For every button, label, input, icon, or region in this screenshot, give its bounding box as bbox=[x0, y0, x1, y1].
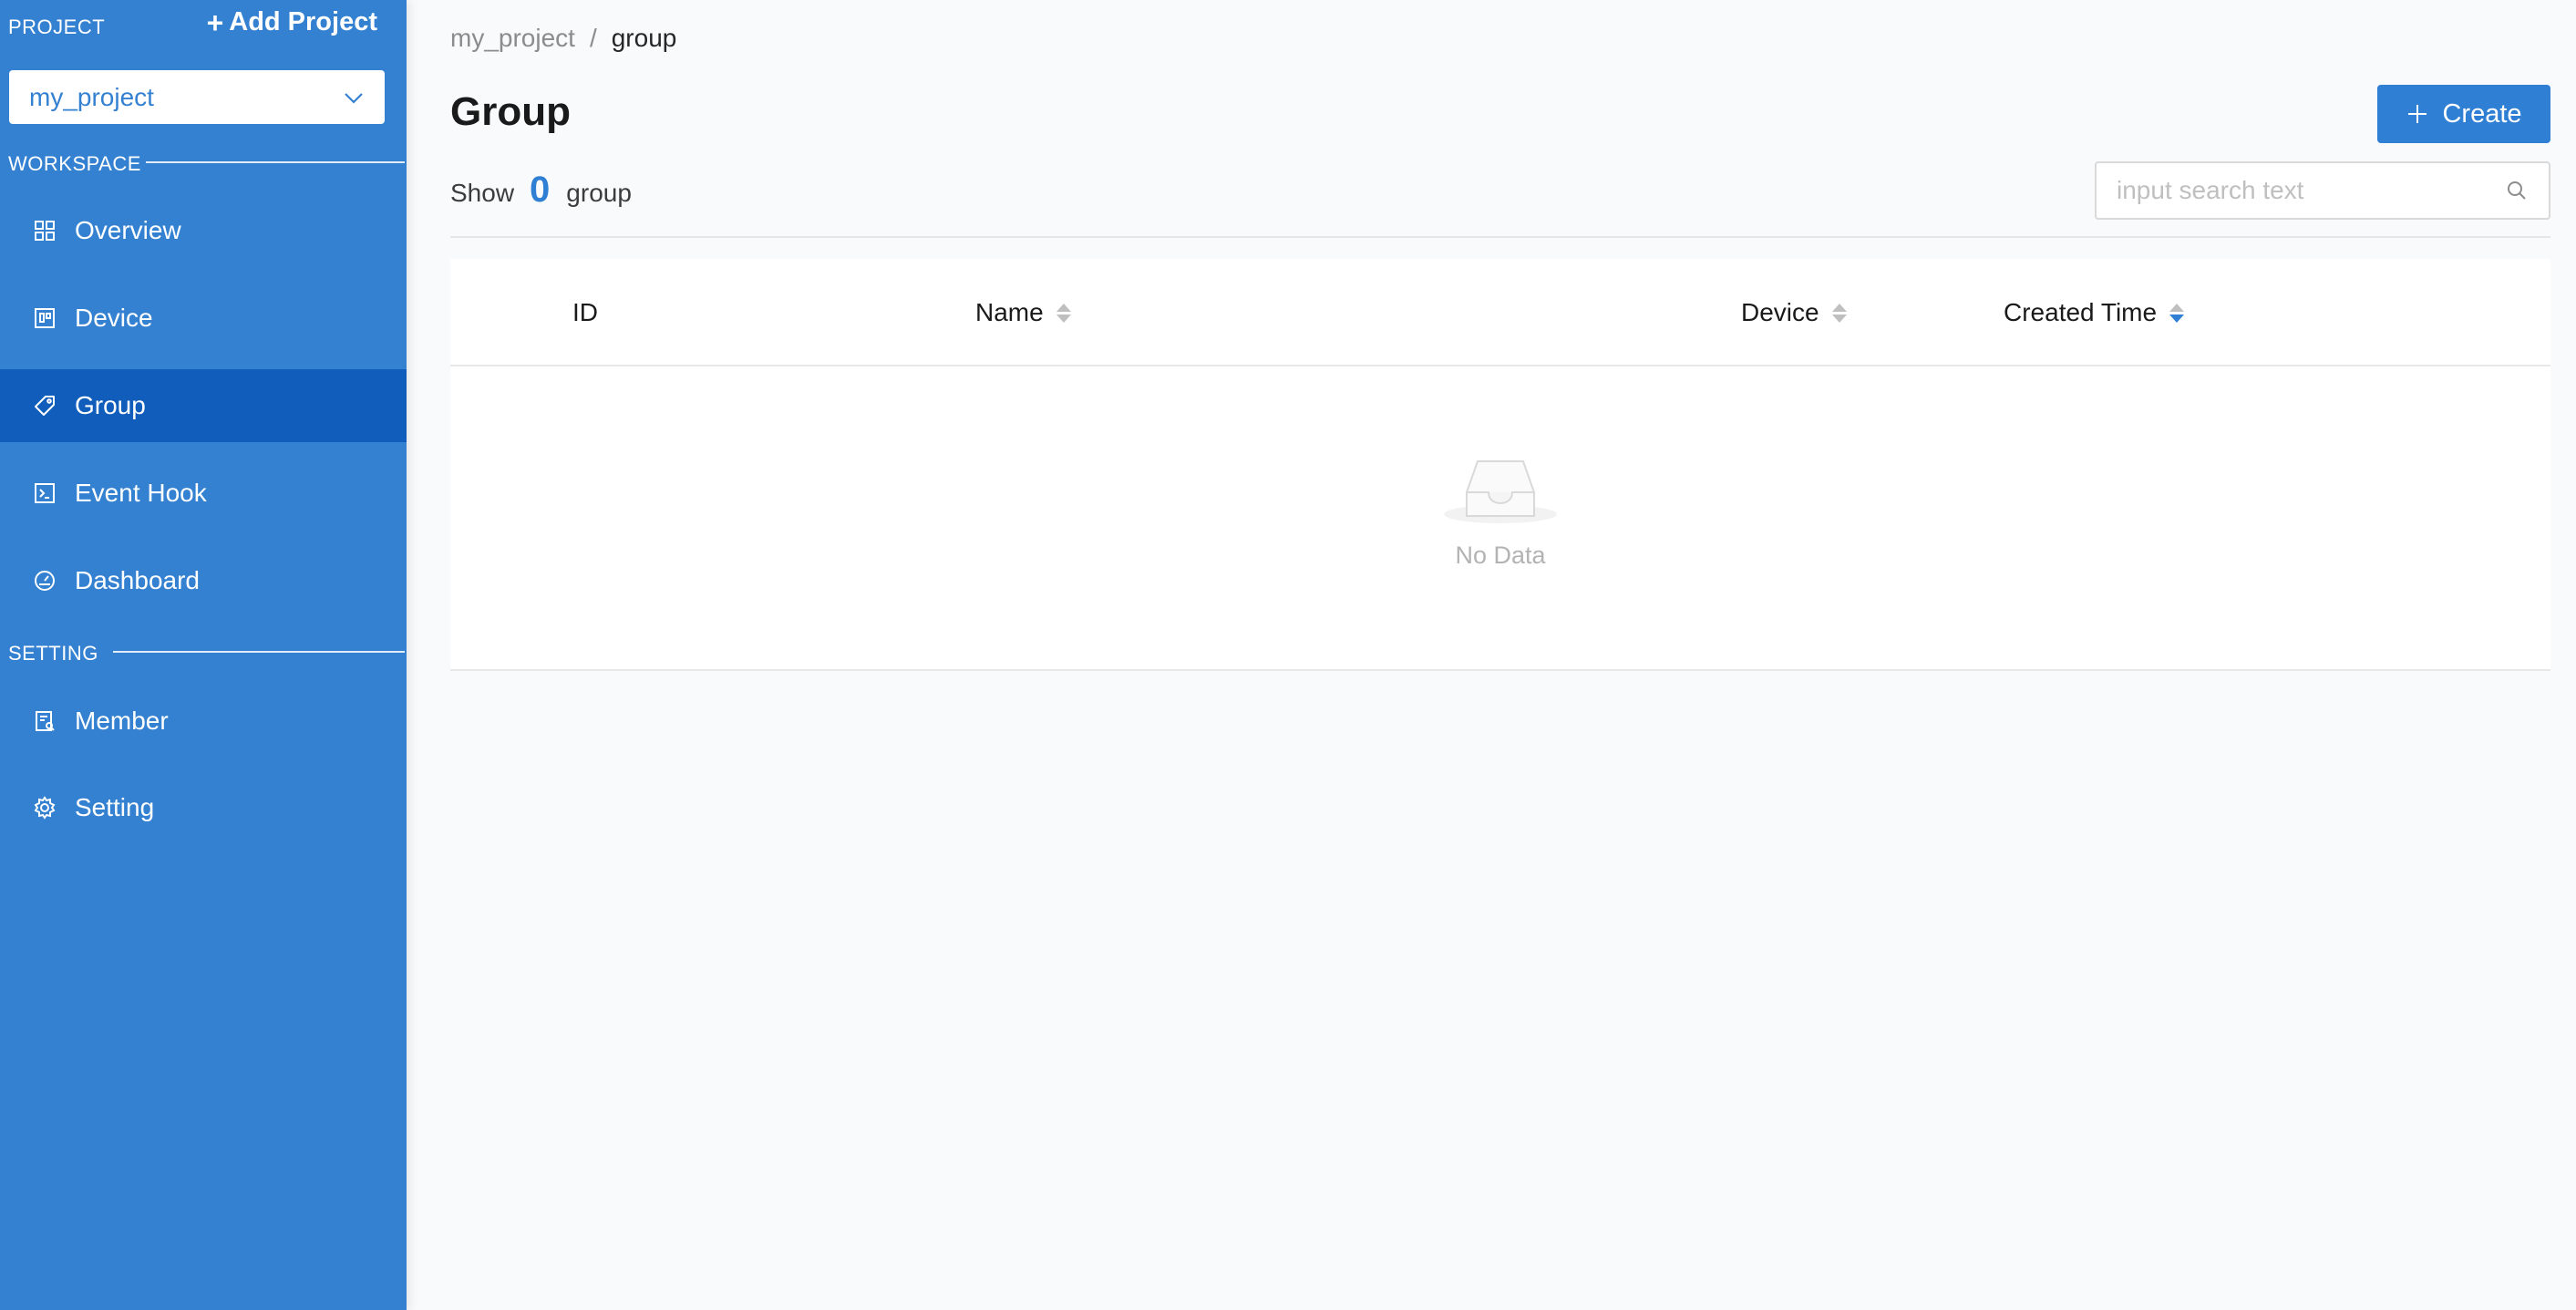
sidebar-item-event-hook[interactable]: Event Hook bbox=[0, 457, 407, 530]
sidebar-item-dashboard[interactable]: Dashboard bbox=[0, 544, 407, 617]
search-box bbox=[2095, 161, 2550, 220]
breadcrumb-separator: / bbox=[589, 24, 597, 52]
sidebar-item-label: Member bbox=[75, 707, 169, 735]
sort-icon[interactable] bbox=[1056, 303, 1071, 323]
column-header-device[interactable]: Device bbox=[1741, 259, 1847, 366]
count-suffix: group bbox=[566, 179, 632, 207]
sidebar-item-label: Event Hook bbox=[75, 479, 207, 507]
plus-icon: + bbox=[206, 5, 224, 39]
sidebar-item-group[interactable]: Group bbox=[0, 369, 407, 442]
terminal-icon bbox=[33, 481, 57, 505]
create-button[interactable]: Create bbox=[2377, 85, 2550, 143]
setting-divider bbox=[113, 651, 405, 653]
column-label: Name bbox=[975, 298, 1044, 326]
sidebar-item-label: Device bbox=[75, 304, 153, 332]
sidebar: PROJECT + Add Project my_project WORKSPA… bbox=[0, 0, 407, 1310]
gauge-icon bbox=[33, 569, 57, 593]
device-icon bbox=[33, 306, 57, 330]
member-icon bbox=[33, 709, 57, 733]
search-input[interactable] bbox=[2117, 176, 2505, 205]
plus-icon bbox=[2408, 105, 2427, 123]
project-label: PROJECT bbox=[8, 15, 106, 38]
workspace-divider bbox=[146, 161, 405, 163]
table-header: ID Name Device Created Time bbox=[450, 259, 2550, 366]
empty-text: No Data bbox=[1455, 542, 1546, 569]
sidebar-item-label: Dashboard bbox=[75, 566, 200, 594]
add-project-label: Add Project bbox=[229, 7, 377, 36]
project-select[interactable]: my_project bbox=[9, 70, 385, 124]
breadcrumb-current: group bbox=[611, 24, 677, 52]
setting-section-label: SETTING bbox=[8, 642, 98, 665]
column-header-name[interactable]: Name bbox=[975, 259, 1071, 366]
search-icon[interactable] bbox=[2505, 179, 2529, 202]
column-label: ID bbox=[572, 298, 598, 326]
create-button-label: Create bbox=[2442, 98, 2522, 129]
empty-inbox-icon bbox=[1444, 460, 1557, 523]
header-divider bbox=[450, 236, 2550, 238]
sidebar-item-device[interactable]: Device bbox=[0, 282, 407, 355]
sort-icon[interactable] bbox=[1831, 303, 1847, 323]
column-label: Created Time bbox=[2004, 298, 2158, 326]
empty-state: No Data bbox=[450, 445, 2550, 570]
breadcrumb-project-link[interactable]: my_project bbox=[450, 24, 575, 53]
sidebar-item-setting[interactable]: Setting bbox=[0, 771, 407, 844]
gear-icon bbox=[33, 796, 57, 820]
grid-icon bbox=[33, 219, 57, 242]
column-header-created-time[interactable]: Created Time bbox=[2004, 259, 2185, 366]
workspace-section-text: WORKSPACE bbox=[8, 152, 141, 175]
project-header: PROJECT + Add Project bbox=[0, 0, 407, 55]
page-title: Group bbox=[450, 89, 571, 134]
setting-section-text: SETTING bbox=[8, 642, 98, 665]
sidebar-item-member[interactable]: Member bbox=[0, 685, 407, 758]
result-count: Show 0 group bbox=[450, 170, 632, 211]
show-prefix: Show bbox=[450, 179, 515, 207]
tag-icon bbox=[33, 394, 57, 418]
sidebar-item-label: Setting bbox=[75, 793, 155, 821]
workspace-section-label: WORKSPACE bbox=[8, 152, 141, 176]
chevron-down-icon bbox=[345, 92, 363, 104]
sidebar-item-label: Overview bbox=[75, 216, 181, 244]
project-select-value: my_project bbox=[29, 82, 154, 111]
sort-desc-icon[interactable] bbox=[2169, 303, 2185, 323]
add-project-button[interactable]: + Add Project bbox=[207, 7, 377, 37]
group-table: ID Name Device Created Time No Data bbox=[450, 259, 2550, 671]
breadcrumb: my_project / group bbox=[450, 24, 676, 53]
count-value: 0 bbox=[530, 170, 551, 210]
sidebar-item-label: Group bbox=[75, 391, 146, 419]
column-header-id: ID bbox=[572, 259, 598, 366]
column-label: Device bbox=[1741, 298, 1819, 326]
sidebar-item-overview[interactable]: Overview bbox=[0, 194, 407, 267]
